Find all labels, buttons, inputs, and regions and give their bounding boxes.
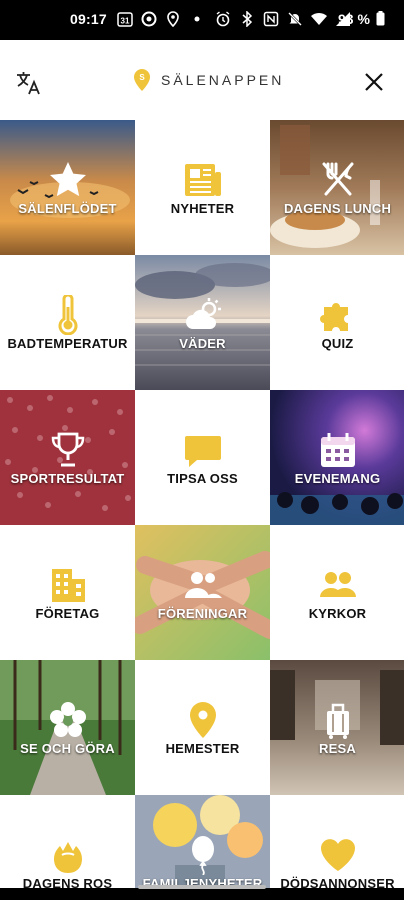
app-name: SÄLENAPPEN xyxy=(161,72,285,88)
svg-text:S: S xyxy=(139,73,145,82)
status-time: 09:17 xyxy=(70,11,107,27)
thermometer-icon xyxy=(58,295,77,335)
tile-familjenyheter[interactable]: FAMILJENYHETER xyxy=(135,795,270,888)
tile-dagens-ros[interactable]: DAGENS ROS xyxy=(0,795,135,888)
tile-resa[interactable]: RESA xyxy=(270,660,404,795)
alarm-icon xyxy=(214,10,232,28)
tile-label: RESA xyxy=(319,741,356,756)
dot-icon xyxy=(188,10,206,28)
calendar-31-icon: 31 xyxy=(116,10,134,28)
status-bar: 09:17 31 93 % xyxy=(0,0,404,40)
mute-icon xyxy=(286,10,304,28)
circle-icon xyxy=(140,10,158,28)
status-left-icons: 31 xyxy=(116,10,206,28)
bluetooth-icon xyxy=(238,10,256,28)
rose-icon xyxy=(53,842,82,873)
tile-label: HEMESTER xyxy=(165,741,240,756)
tile-label: SE OCH GÖRA xyxy=(20,741,115,756)
brand-pin-icon: S xyxy=(134,69,150,91)
calendar-icon xyxy=(320,433,355,467)
tile-tipsa-oss[interactable]: TIPSA OSS xyxy=(135,390,270,525)
tile-label: TIPSA OSS xyxy=(167,471,238,486)
group-icon xyxy=(184,572,222,598)
suitcase-icon xyxy=(326,703,349,739)
tile-label: NYHETER xyxy=(170,201,235,216)
tile-label: QUIZ xyxy=(321,336,354,351)
tile-evenemang[interactable]: EVENEMANG xyxy=(270,390,404,525)
newspaper-icon xyxy=(184,164,221,196)
map-pin-icon xyxy=(189,702,216,738)
trophy-icon xyxy=(51,432,84,467)
battery-icon xyxy=(376,11,385,26)
tile-se-och-gora[interactable]: SE OCH GÖRA xyxy=(0,660,135,795)
tile-vader[interactable]: VÄDER xyxy=(135,255,270,390)
tile-dodsannonser[interactable]: DÖDSANNONSER xyxy=(270,795,404,888)
svg-text:31: 31 xyxy=(121,17,130,26)
puzzle-icon xyxy=(319,303,348,331)
tile-sportresultat[interactable]: SPORTRESULTAT xyxy=(0,390,135,525)
people-icon xyxy=(319,572,356,597)
translate-icon[interactable] xyxy=(14,70,42,96)
flower-icon xyxy=(49,702,86,737)
wifi-icon xyxy=(310,10,328,28)
fork-knife-icon xyxy=(322,162,353,196)
nfc-icon xyxy=(262,10,280,28)
system-nav-bar xyxy=(0,888,404,900)
brand: S SÄLENAPPEN xyxy=(133,68,284,92)
star-icon xyxy=(49,162,86,197)
chat-icon xyxy=(184,436,221,467)
balloon-icon xyxy=(191,836,214,875)
tile-quiz[interactable]: QUIZ xyxy=(270,255,404,390)
building-icon xyxy=(51,569,85,602)
tile-label: SPORTRESULTAT xyxy=(10,471,125,486)
battery-text: 93 % xyxy=(338,11,370,27)
tile-foreningar[interactable]: FÖRENINGAR xyxy=(135,525,270,660)
close-button[interactable] xyxy=(362,70,386,94)
tile-label: EVENEMANG xyxy=(294,471,381,486)
app-header: S SÄLENAPPEN xyxy=(0,40,404,120)
tile-label: BADTEMPERATUR xyxy=(7,336,128,351)
tile-hemester[interactable]: HEMESTER xyxy=(135,660,270,795)
tile-label: SÄLENFLÖDET xyxy=(18,201,117,216)
tile-label: KYRKOR xyxy=(308,606,367,621)
tile-salenflodet[interactable]: SÄLENFLÖDET xyxy=(0,120,135,255)
tile-label: DAGENS LUNCH xyxy=(283,201,392,216)
menu-grid: SÄLENFLÖDET NYHETER DAGENS LUNCH BADTEMP… xyxy=(0,120,404,888)
weather-icon xyxy=(185,298,221,329)
tile-nyheter[interactable]: NYHETER xyxy=(135,120,270,255)
tile-label: DAGENS ROS xyxy=(22,876,113,888)
tile-badtemperatur[interactable]: BADTEMPERATUR xyxy=(0,255,135,390)
tile-label: DÖDSANNONSER xyxy=(280,876,395,888)
close-icon xyxy=(365,73,383,91)
tile-label: FÖRETAG xyxy=(35,606,100,621)
battery-percent: 93 % xyxy=(338,11,385,27)
status-right-icons xyxy=(214,10,352,28)
location-icon xyxy=(164,10,182,28)
tile-foretag[interactable]: FÖRETAG xyxy=(0,525,135,660)
tile-kyrkor[interactable]: KYRKOR xyxy=(270,525,404,660)
tile-label: VÄDER xyxy=(179,336,226,351)
home-gesture-handle[interactable] xyxy=(138,885,266,889)
heart-icon xyxy=(320,839,355,871)
tile-label: FÖRENINGAR xyxy=(157,606,248,621)
tile-dagens-lunch[interactable]: DAGENS LUNCH xyxy=(270,120,404,255)
